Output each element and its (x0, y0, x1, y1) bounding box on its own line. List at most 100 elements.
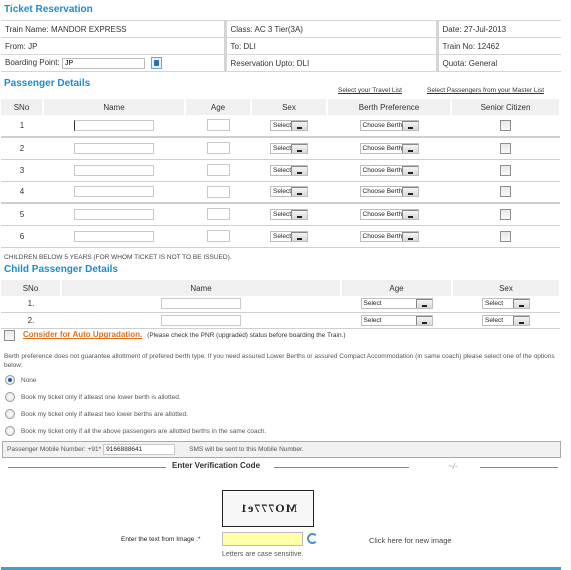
sex-select-value: Select (273, 210, 292, 218)
sex-select-value: Select (273, 166, 292, 174)
child-sex-value: Select (485, 300, 504, 308)
child-table: SNo Name Age Sex 1. Select Select 2. Select S… (1, 280, 561, 329)
passenger-age-input[interactable] (206, 142, 230, 154)
chevron-down-icon (291, 231, 307, 241)
sex-select-value: Select (273, 122, 292, 129)
berth-select[interactable]: Choose Berth (359, 142, 419, 154)
radio-button[interactable] (5, 409, 15, 419)
child-sex-select[interactable]: Select (482, 314, 530, 326)
berth-select[interactable]: Choose Berth (359, 186, 419, 198)
passenger-age-input[interactable] (206, 119, 230, 132)
senior-citizen-checkbox[interactable] (500, 164, 511, 176)
auto-upgrade-link[interactable]: Consider for Auto Upgradation. (23, 330, 142, 339)
passenger-age-input[interactable] (206, 185, 230, 198)
chevron-down-icon (401, 165, 418, 175)
berth-select[interactable]: Choose Berth (359, 120, 419, 131)
berth-option[interactable]: Book my ticket only if atleast two lower… (5, 409, 188, 419)
senior-citizen-checkbox[interactable] (500, 142, 511, 154)
boarding-label: Boarding Point: (5, 58, 60, 68)
chevron-down-icon (401, 187, 418, 197)
berth-option[interactable]: Book my ticket only if all the above pas… (5, 426, 266, 436)
child-age-select[interactable]: Select (360, 314, 433, 326)
passenger-name-input[interactable] (74, 142, 154, 154)
col-berth: Berth Preference (327, 99, 452, 115)
passenger-name-input[interactable] (74, 164, 154, 176)
radio-button[interactable] (5, 426, 15, 436)
passenger-sno: 3 (1, 159, 43, 182)
passenger-row: 6 Select Choose Berth (1, 225, 560, 248)
chevron-down-icon (513, 315, 529, 325)
captcha-input[interactable] (222, 532, 303, 546)
child-sex-select[interactable]: Select (482, 298, 530, 310)
senior-citizen-checkbox[interactable] (500, 120, 511, 131)
berth-select-value: Choose Berth (362, 188, 403, 196)
chevron-down-icon (401, 209, 418, 219)
refresh-icon[interactable] (307, 533, 318, 544)
case-note: Letters are case sensitive. (222, 551, 304, 558)
mobile-row: Passenger Mobile Number: +91 * 916688864… (2, 441, 561, 458)
sex-select-value: Select (273, 144, 292, 152)
berth-select-value: Choose Berth (362, 166, 403, 174)
children-note: CHILDREN BELOW 5 YEARS (FOR WHOM TICKET … (4, 254, 232, 261)
berth-option-label: Book my ticket only if all the above pas… (21, 427, 267, 435)
sex-select[interactable]: Select (270, 142, 308, 154)
child-name-input[interactable] (161, 298, 241, 310)
auto-upgrade-checkbox[interactable] (4, 330, 15, 341)
sex-select-value: Select (273, 188, 292, 196)
child-age-select[interactable]: Select (360, 298, 433, 310)
boarding-point: Boarding Point: (1, 54, 227, 72)
berth-select-value: Choose Berth (362, 144, 403, 152)
berth-option-label: None (21, 376, 37, 384)
train-icon[interactable] (151, 57, 163, 69)
col-sno: SNo (1, 99, 44, 115)
sex-select[interactable]: Select (270, 120, 308, 131)
new-image-link[interactable]: Click here for new image (369, 536, 452, 545)
passenger-age-input[interactable] (206, 229, 230, 242)
mobile-input[interactable]: 9166888641 (103, 444, 176, 455)
passenger-name-input[interactable] (74, 186, 154, 198)
mobile-label: Passenger Mobile Number: +91 (7, 446, 99, 453)
passenger-sno: 1 (1, 115, 43, 138)
child-col-age: Age (341, 280, 453, 296)
sex-select[interactable]: Select (270, 186, 308, 198)
chevron-down-icon (401, 121, 418, 130)
berth-select[interactable]: Choose Berth (359, 230, 419, 242)
sex-select[interactable]: Select (270, 164, 308, 176)
chevron-down-icon (415, 315, 432, 325)
passenger-name-input[interactable] (74, 230, 154, 242)
radio-button[interactable] (5, 375, 15, 385)
captcha-text: MO777e1 (239, 501, 297, 515)
col-name: Name (43, 99, 186, 115)
senior-citizen-checkbox[interactable] (500, 208, 511, 220)
passenger-name-input[interactable] (74, 120, 154, 131)
passenger-age-input[interactable] (206, 163, 230, 176)
passenger-table: SNo Name Age Sex Berth Preference Senior… (1, 99, 561, 248)
passenger-name-input[interactable] (74, 208, 154, 220)
passenger-age-input[interactable] (206, 208, 230, 220)
col-sex: Sex (251, 99, 328, 115)
sex-select[interactable]: Select (270, 230, 308, 242)
reservation-upto: Reservation Upto: DLI (225, 54, 439, 72)
required-mark: * (98, 446, 102, 453)
berth-option[interactable]: Book my ticket only if atleast one lower… (5, 392, 181, 402)
select-travel-list-link[interactable]: Select your Travel List (338, 87, 402, 94)
child-age-value: Select (363, 300, 382, 308)
radio-button[interactable] (5, 392, 15, 402)
berth-select[interactable]: Choose Berth (359, 208, 419, 220)
signature-icon: ~/- (448, 462, 458, 471)
mobile-note: SMS will be sent to this Mobile Number. (189, 446, 304, 453)
passenger-row: 1 Select Choose Berth (1, 115, 560, 138)
class: Class: AC 3 Tier(3A) (225, 20, 439, 38)
berth-select[interactable]: Choose Berth (359, 164, 419, 176)
senior-citizen-checkbox[interactable] (500, 186, 511, 198)
train-name: Train Name: MANDOR EXPRESS (1, 20, 227, 38)
select-master-list-link[interactable]: Select Passengers from your Master List (427, 87, 544, 94)
child-col-sex: Sex (452, 280, 561, 296)
berth-option[interactable]: None (5, 375, 37, 385)
child-name-input[interactable] (161, 314, 241, 326)
col-age: Age (185, 99, 252, 115)
boarding-point-input[interactable] (61, 57, 145, 69)
sex-select[interactable]: Select (270, 208, 308, 220)
berth-select-value: Choose Berth (362, 232, 403, 240)
senior-citizen-checkbox[interactable] (500, 230, 511, 242)
